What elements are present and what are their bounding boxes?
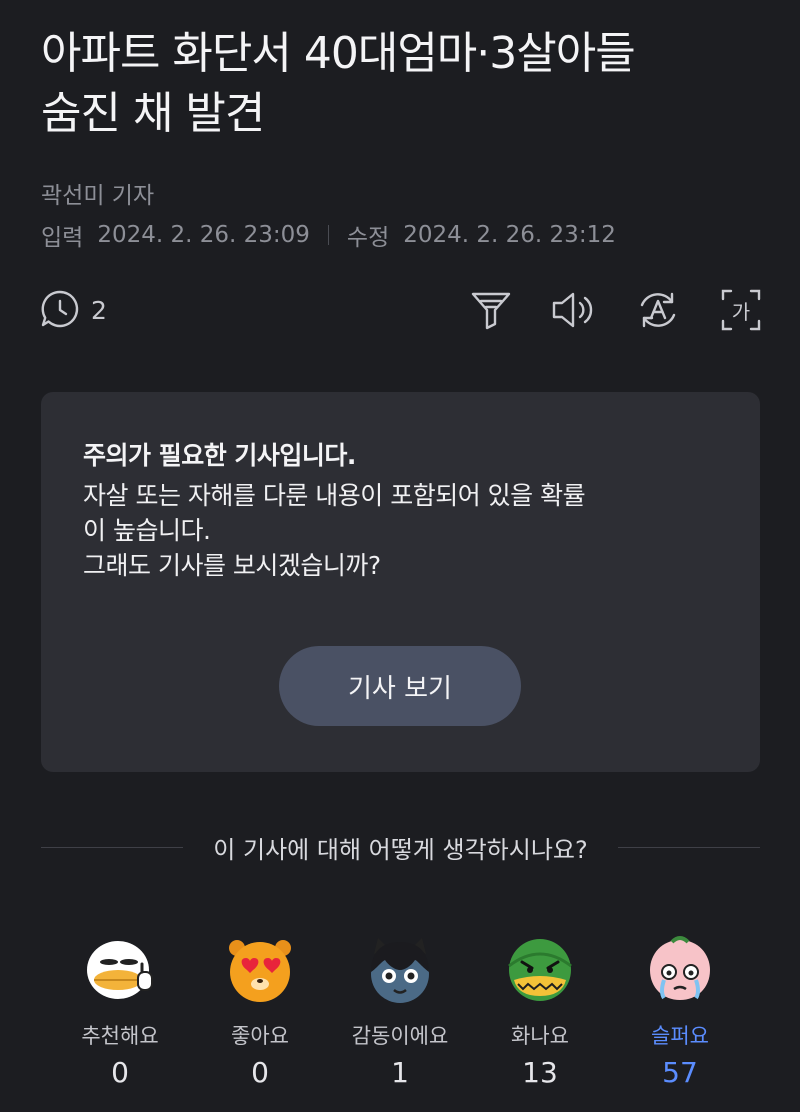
recommend-emoji-icon: [87, 941, 153, 999]
divider-right: [617, 847, 761, 848]
warning-line-1: 자살 또는 자해를 다룬 내용이 포함되어 있을 확률: [83, 481, 586, 510]
published-date: 2024. 2. 26. 23:09: [97, 222, 310, 248]
reaction-touched[interactable]: 감동이에요 1: [330, 932, 470, 1089]
translate-button[interactable]: [636, 288, 680, 332]
summary-button[interactable]: [470, 288, 512, 332]
reaction-count: 1: [391, 1056, 409, 1089]
like-emoji-icon: [229, 940, 291, 1002]
divider-left: [41, 847, 184, 848]
touched-emoji-icon: [371, 938, 429, 1003]
sensitive-content-warning: 주의가 필요한 기사입니다. 자살 또는 자해를 다룬 내용이 포함되어 있을 …: [41, 392, 760, 772]
reaction-count: 0: [111, 1056, 129, 1089]
reaction-label: 감동이에요: [351, 1024, 449, 1048]
warning-line-3: 그래도 기사를 보시겠습니까?: [83, 551, 381, 580]
reaction-header: 이 기사에 대해 어떻게 생각하시나요?: [41, 830, 761, 865]
read-aloud-button[interactable]: [551, 288, 597, 332]
comment-icon: [39, 288, 81, 332]
comment-button[interactable]: 2: [39, 288, 107, 332]
reaction-label: 추천해요: [81, 1024, 159, 1048]
published-label: 입력: [41, 225, 84, 251]
reaction-question: 이 기사에 대해 어떻게 생각하시나요?: [213, 836, 588, 864]
sad-emoji-icon: [650, 936, 710, 1000]
reaction-label: 좋아요: [231, 1024, 289, 1048]
reporter-name: 곽선미 기자: [41, 183, 155, 209]
article-title: 아파트 화단서 40대엄마·3살아들 숨진 채 발견: [41, 24, 761, 144]
reaction-sad[interactable]: 슬퍼요 57: [610, 932, 750, 1089]
reaction-count: 0: [251, 1056, 269, 1089]
speaker-icon: [551, 288, 597, 332]
warning-line-2: 이 높습니다.: [83, 516, 211, 545]
article-dates: 입력 2024. 2. 26. 23:09 수정 2024. 2. 26. 23…: [41, 218, 616, 252]
reaction-label: 슬퍼요: [651, 1024, 709, 1048]
article-title-line2: 숨진 채 발견: [41, 88, 265, 139]
reaction-count: 57: [662, 1056, 698, 1089]
reaction-count: 13: [522, 1056, 558, 1089]
modified-date: 2024. 2. 26. 23:12: [403, 222, 616, 248]
article-title-line1: 아파트 화단서 40대엄마·3살아들: [41, 28, 636, 79]
reaction-label: 화나요: [511, 1024, 569, 1048]
reaction-list: 추천해요 0 좋아요 0 감동이에요 1 화나요 13 슬퍼요 57: [50, 932, 750, 1089]
modified-label: 수정: [346, 225, 390, 251]
date-divider: [327, 225, 329, 245]
font-size-button[interactable]: 가: [720, 288, 762, 332]
reaction-recommend[interactable]: 추천해요 0: [50, 932, 190, 1089]
font-size-icon: 가: [720, 288, 762, 332]
reaction-angry[interactable]: 화나요 13: [470, 932, 610, 1089]
angry-emoji-icon: [508, 939, 572, 1001]
summary-icon: [470, 288, 512, 332]
warning-message: 자살 또는 자해를 다룬 내용이 포함되어 있을 확률 이 높습니다. 그래도 …: [83, 478, 723, 583]
translate-icon: [636, 288, 680, 332]
view-article-button[interactable]: 기사 보기: [279, 646, 521, 726]
reaction-like[interactable]: 좋아요 0: [190, 932, 330, 1089]
warning-title: 주의가 필요한 기사입니다.: [83, 441, 356, 470]
comment-count: 2: [91, 295, 107, 325]
font-size-glyph: 가: [731, 299, 751, 324]
